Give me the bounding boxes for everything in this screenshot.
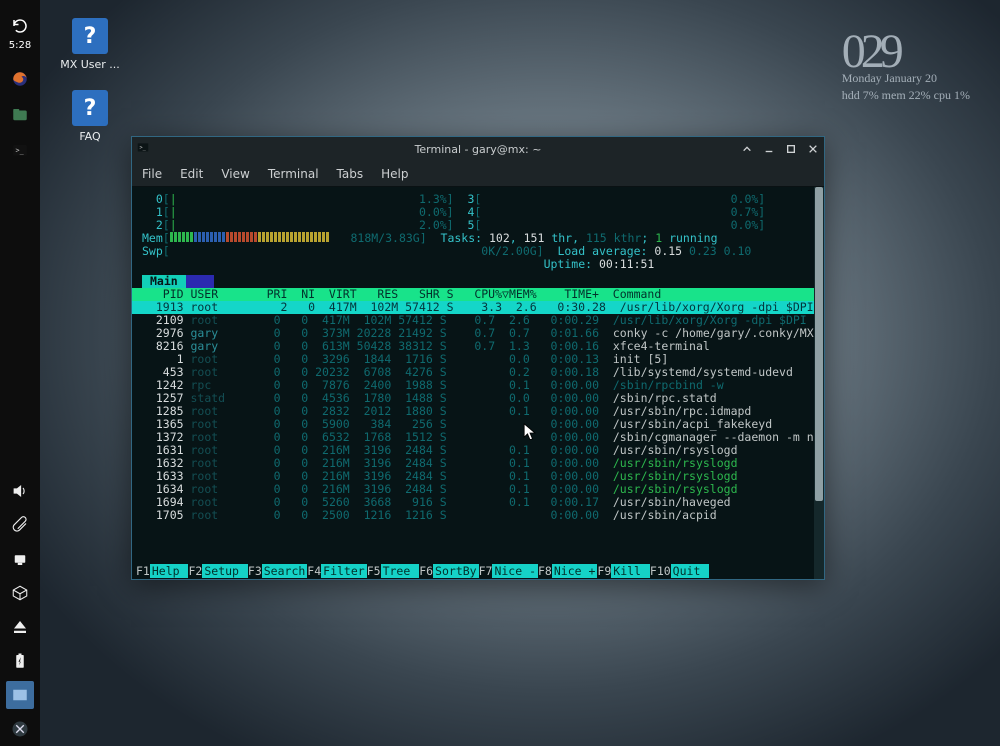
scrollbar-thumb[interactable]	[815, 187, 823, 501]
terminal-launcher-icon[interactable]: >_	[6, 137, 34, 165]
htop-fkeys[interactable]: F1Help F2Setup F3SearchF4FilterF5Tree F6…	[132, 565, 814, 579]
reload-icon[interactable]	[6, 12, 34, 40]
package-icon[interactable]	[6, 579, 34, 607]
titlebar[interactable]: >_ Terminal - gary@mx: ~	[132, 137, 824, 161]
network-icon[interactable]	[6, 545, 34, 573]
desktop-clock-overlay: 029 Monday January 20 hdd 7% mem 22% cpu…	[842, 24, 970, 103]
help-icon: ?	[72, 90, 108, 126]
panel-clock: 5:28	[9, 40, 31, 51]
overlay-date: Monday January 20	[842, 71, 970, 86]
desktop-icon-mxuser[interactable]: ? MX User ...	[55, 18, 125, 71]
files-icon[interactable]	[6, 101, 34, 129]
window-title: Terminal - gary@mx: ~	[132, 143, 824, 156]
menu-file[interactable]: File	[142, 167, 162, 181]
htop-header: 0[| 1.3%] 3[ 0.0%] 1[| 0.0%] 4[ 0.7%] 2[…	[132, 187, 824, 275]
menubar: File Edit View Terminal Tabs Help	[132, 161, 824, 187]
active-window-icon[interactable]	[6, 681, 34, 709]
desktop-icon-faq[interactable]: ? FAQ	[55, 90, 125, 143]
help-icon: ?	[72, 18, 108, 54]
menu-icon[interactable]	[6, 715, 34, 743]
volume-icon[interactable]	[6, 477, 34, 505]
svg-text:>_: >_	[16, 147, 25, 155]
terminal-window: >_ Terminal - gary@mx: ~ File Edit View …	[131, 136, 825, 580]
rollup-button[interactable]	[736, 138, 758, 160]
battery-icon[interactable]	[6, 647, 34, 675]
menu-tabs[interactable]: Tabs	[337, 167, 364, 181]
attach-icon[interactable]	[6, 511, 34, 539]
menu-terminal[interactable]: Terminal	[268, 167, 319, 181]
process-row[interactable]: 1705 root 0 0 2500 1216 1216 S 0:00.00 /…	[132, 509, 824, 522]
firefox-icon[interactable]	[6, 65, 34, 93]
close-button[interactable]	[802, 138, 824, 160]
svg-text:>_: >_	[140, 145, 147, 151]
menu-edit[interactable]: Edit	[180, 167, 203, 181]
terminal-viewport[interactable]: 0[| 1.3%] 3[ 0.0%] 1[| 0.0%] 4[ 0.7%] 2[…	[132, 187, 824, 579]
minimize-button[interactable]	[758, 138, 780, 160]
desktop-icon-label: MX User ...	[55, 58, 125, 71]
desktop-icon-label: FAQ	[55, 130, 125, 143]
maximize-button[interactable]	[780, 138, 802, 160]
eject-icon[interactable]	[6, 613, 34, 641]
htop-process-list[interactable]: 2109 root 0 0 417M 102M 57412 S 0.7 2.6 …	[132, 314, 824, 522]
overlay-stats: hdd 7% mem 22% cpu 1%	[842, 88, 970, 103]
scrollbar[interactable]	[814, 187, 824, 579]
left-panel: 5:28 >_	[0, 0, 40, 746]
window-app-icon: >_	[132, 141, 154, 158]
menu-view[interactable]: View	[221, 167, 249, 181]
menu-help[interactable]: Help	[381, 167, 408, 181]
